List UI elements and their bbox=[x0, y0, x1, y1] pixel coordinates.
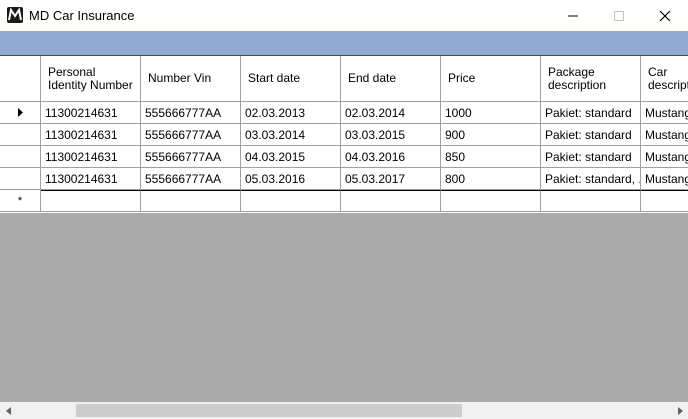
row-header[interactable] bbox=[0, 102, 41, 124]
table-cell[interactable]: Mustang bbox=[641, 168, 688, 190]
md-logo-icon bbox=[7, 7, 23, 23]
row-header[interactable] bbox=[0, 168, 41, 190]
table-cell[interactable]: 03.03.2014 bbox=[241, 124, 341, 146]
table-cell[interactable]: 850 bbox=[441, 146, 541, 168]
table-cell[interactable]: Pakiet: standard bbox=[541, 124, 641, 146]
table-cell[interactable]: 1000 bbox=[441, 102, 541, 124]
table-cell[interactable]: 11300214631 bbox=[41, 168, 141, 190]
table-cell[interactable]: Pakiet: standard bbox=[541, 146, 641, 168]
table-cell[interactable]: 05.03.2016 bbox=[241, 168, 341, 190]
toolbar-band bbox=[0, 31, 688, 56]
table-cell[interactable]: 11300214631 bbox=[41, 146, 141, 168]
column-header[interactable]: Package description bbox=[541, 56, 641, 102]
column-header[interactable]: End date bbox=[341, 56, 441, 102]
grid-corner bbox=[0, 56, 41, 102]
new-row-marker: * bbox=[17, 194, 23, 207]
new-row-cell[interactable] bbox=[441, 190, 541, 212]
new-row-cell[interactable] bbox=[241, 190, 341, 212]
row-header[interactable] bbox=[0, 124, 41, 146]
table-cell[interactable]: 555666777AA bbox=[141, 168, 241, 190]
new-row-cell[interactable] bbox=[141, 190, 241, 212]
column-header[interactable]: Personal Identity Number bbox=[41, 56, 141, 102]
insurance-data-grid[interactable]: Personal Identity Number Number Vin Start … bbox=[0, 56, 688, 213]
new-row-cell[interactable] bbox=[41, 190, 141, 212]
table-cell[interactable]: 900 bbox=[441, 124, 541, 146]
row-header[interactable] bbox=[0, 146, 41, 168]
window-title: MD Car Insurance bbox=[29, 8, 135, 23]
table-cell[interactable]: 555666777AA bbox=[141, 146, 241, 168]
horizontal-scrollbar[interactable] bbox=[0, 402, 688, 419]
table-cell[interactable]: 04.03.2015 bbox=[241, 146, 341, 168]
column-header[interactable]: Car description bbox=[641, 56, 688, 102]
scrollbar-thumb[interactable] bbox=[76, 404, 462, 417]
table-cell[interactable]: 555666777AA bbox=[141, 124, 241, 146]
table-cell[interactable]: 11300214631 bbox=[41, 124, 141, 146]
new-row-header[interactable]: * bbox=[0, 190, 41, 212]
table-cell[interactable]: 11300214631 bbox=[41, 102, 141, 124]
table-cell[interactable]: 04.03.2016 bbox=[341, 146, 441, 168]
current-row-indicator-icon bbox=[17, 106, 23, 120]
scroll-left-arrow-icon[interactable] bbox=[0, 402, 17, 419]
table-cell[interactable]: 02.03.2014 bbox=[341, 102, 441, 124]
table-cell[interactable]: 02.03.2013 bbox=[241, 102, 341, 124]
table-cell[interactable]: Pakiet: standard bbox=[541, 102, 641, 124]
table-cell[interactable]: Mustang bbox=[641, 146, 688, 168]
close-button[interactable] bbox=[642, 0, 688, 31]
new-row-cell[interactable] bbox=[341, 190, 441, 212]
new-row-cell[interactable] bbox=[641, 190, 688, 212]
column-header[interactable]: Number Vin bbox=[141, 56, 241, 102]
minimize-button[interactable] bbox=[550, 0, 596, 31]
table-cell[interactable]: 800 bbox=[441, 168, 541, 190]
scroll-right-arrow-icon[interactable] bbox=[671, 402, 688, 419]
table-cell[interactable]: 05.03.2017 bbox=[341, 168, 441, 190]
title-bar: MD Car Insurance bbox=[0, 0, 688, 31]
table-cell[interactable]: 03.03.2015 bbox=[341, 124, 441, 146]
table-cell[interactable]: Mustang bbox=[641, 102, 688, 124]
maximize-button[interactable] bbox=[596, 0, 642, 31]
table-cell[interactable]: 555666777AA bbox=[141, 102, 241, 124]
column-header[interactable]: Price bbox=[441, 56, 541, 102]
new-row-cell[interactable] bbox=[541, 190, 641, 212]
table-cell[interactable]: Mustang bbox=[641, 124, 688, 146]
table-cell[interactable]: Pakiet: standard, ... bbox=[541, 168, 641, 190]
column-header[interactable]: Start date bbox=[241, 56, 341, 102]
